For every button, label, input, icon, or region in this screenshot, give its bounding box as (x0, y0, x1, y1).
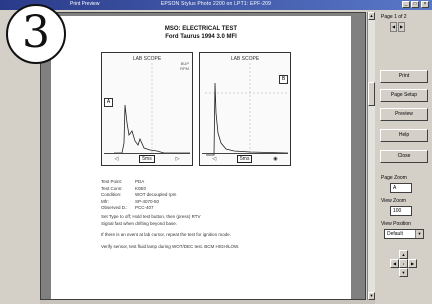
field-row: Observed D.: PCC-407 (101, 205, 154, 210)
prev-page-button[interactable]: ◀ (390, 22, 397, 32)
waveform-trace (114, 63, 190, 154)
view-position-select[interactable]: Default ▼ (384, 229, 424, 239)
scroll-down-arrow-icon[interactable]: ▼ (368, 292, 375, 300)
pan-center-icon[interactable]: • (399, 259, 408, 268)
waveform-trace (205, 63, 289, 156)
scope-waveform-left: LAB SCOPE BUP RPM A ◁ 5ms ▷ (101, 52, 193, 166)
window-title: EPSON Stylus Photo 2200 on LPT1: EPF-209 (160, 1, 272, 7)
pages-label: Page 1 of 2 (381, 14, 407, 20)
scroll-up-arrow-icon[interactable]: ▲ (368, 12, 375, 20)
pan-left-icon[interactable]: ◀ (390, 259, 399, 268)
title-bar: Print Preview EPSON Stylus Photo 2200 on… (0, 0, 432, 10)
pan-down-icon[interactable]: ▼ (399, 268, 408, 277)
scope-softkeys: ◁ 5ms ◉ (202, 153, 288, 163)
status-bar (40, 300, 375, 304)
vertical-scrollbar[interactable]: ▲ ▼ (367, 12, 375, 300)
note-line: If there is an event at lab cursor, repe… (101, 232, 231, 237)
report-subtitle: Ford Taurus 1994 3.0 MFI (165, 34, 237, 40)
preview-controls-panel: Page 1 of 2 ◀ ▶ Print Page Setup Preview… (376, 12, 432, 302)
scope-softkeys: ◁ 5ms ▷ (104, 153, 190, 163)
scroll-thumb[interactable] (368, 82, 375, 106)
note-line: Set Type to off; Hold test button, then … (101, 214, 201, 219)
pan-control: ▲ ◀ • ▶ ▼ (390, 250, 418, 278)
print-button[interactable]: Print (380, 70, 428, 83)
minimize-button[interactable]: _ (402, 1, 410, 8)
step-number-badge: 3 (6, 4, 66, 64)
pan-right-icon[interactable]: ▶ (408, 259, 417, 268)
close-window-button[interactable]: × (421, 1, 429, 8)
next-page-button[interactable]: ▶ (398, 22, 405, 32)
report-title: MSO: ELECTRICAL TEST (164, 26, 238, 32)
test-info-fields: Test Point: PDA Test Conn: K0E0 Condition:… (101, 179, 176, 212)
note-line: Verify sensor, test fluid lamp during WO… (101, 244, 240, 249)
view-zoom-field[interactable]: 100 (390, 206, 412, 216)
scope-waveform-right: LAB SCOPE B ◁ 5ms ◉ (199, 52, 291, 166)
report-page: MSO: ELECTRICAL TEST Ford Taurus 1994 3.… (51, 16, 351, 299)
help-button[interactable]: Help (380, 129, 428, 142)
pan-up-icon[interactable]: ▲ (399, 250, 408, 259)
preview-button[interactable]: Preview (380, 108, 428, 121)
note-line: Signal fast when drifting beyond base. (101, 221, 178, 226)
view-zoom-label: View Zoom (381, 198, 406, 204)
maximize-button[interactable]: □ (411, 1, 419, 8)
close-button[interactable]: Close (380, 150, 428, 163)
page-zoom-label: Page Zoom (381, 175, 407, 181)
chevron-down-icon[interactable]: ▼ (415, 230, 423, 238)
page-zoom-field[interactable]: A (390, 183, 412, 193)
view-position-label: View Position (381, 221, 411, 227)
page-setup-button[interactable]: Page Setup (380, 89, 428, 102)
preview-viewport[interactable]: MSO: ELECTRICAL TEST Ford Taurus 1994 3.… (40, 12, 366, 300)
